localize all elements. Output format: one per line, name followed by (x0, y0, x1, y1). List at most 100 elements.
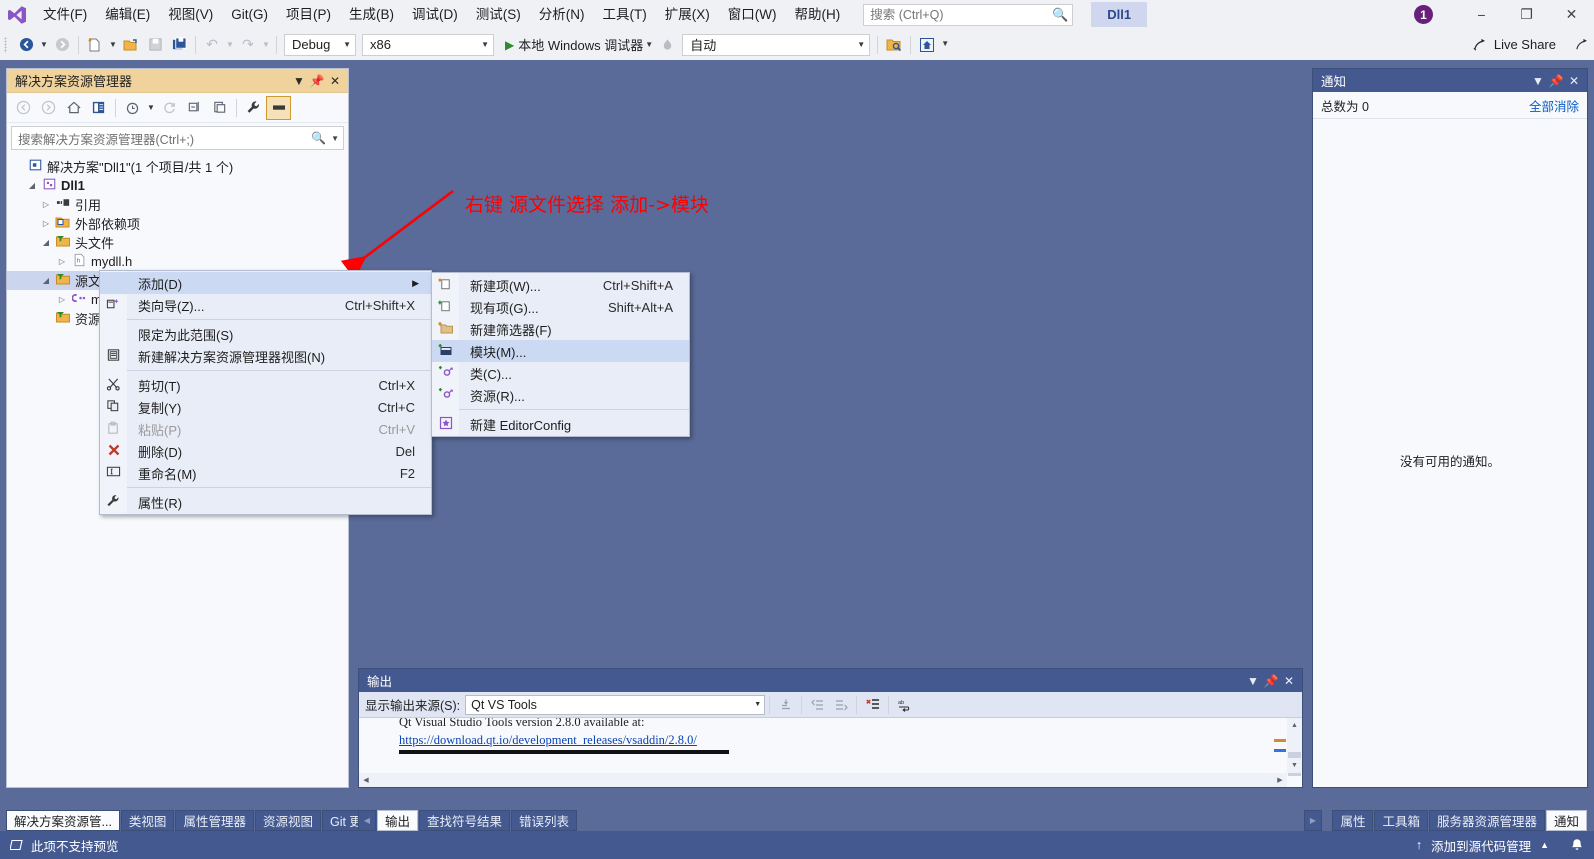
menu-view[interactable]: 视图(V) (159, 2, 222, 28)
save-all-icon[interactable] (167, 33, 191, 57)
tree-node-header-files[interactable]: ◢ 头文件 (7, 233, 348, 252)
clear-all-icon[interactable] (861, 694, 884, 716)
navigate-back-icon[interactable] (14, 33, 38, 57)
source-control-upload-icon[interactable]: ↑ (1416, 838, 1422, 852)
pin-icon[interactable]: 📌 (308, 74, 326, 88)
menu-item-delete[interactable]: 删除(D) Del (100, 440, 431, 462)
tab-find-symbol-results[interactable]: 查找符号结果 (419, 810, 511, 831)
menu-item-class-wizard[interactable]: 类向导(Z)... Ctrl+Shift+X (100, 294, 431, 316)
submenu-item-class[interactable]: 类(C)... (432, 362, 689, 384)
tab-class-view[interactable]: 类视图 (120, 810, 175, 831)
submenu-item-new-item[interactable]: 新建项(W)... Ctrl+Shift+A (432, 274, 689, 296)
menu-edit[interactable]: 编辑(E) (96, 2, 159, 28)
panel-dropdown-icon[interactable]: ▼ (290, 74, 308, 88)
output-horizontal-scrollbar[interactable]: ◀ ▶ (359, 773, 1287, 787)
status-caret-icon[interactable]: ▲ (1540, 840, 1549, 850)
toolbar-grip[interactable] (4, 36, 14, 54)
tab-resource-view[interactable]: 资源视图 (254, 810, 321, 831)
document-tab-dll1[interactable]: Dll1 (1091, 2, 1148, 27)
menu-debug[interactable]: 调试(D) (403, 2, 467, 28)
close-button[interactable]: ✕ (1549, 0, 1594, 29)
restore-button[interactable]: ❐ (1504, 0, 1549, 29)
se-properties-wrench-icon[interactable] (241, 96, 266, 120)
twisty-collapsed-icon[interactable]: ▷ (39, 219, 53, 228)
panel-dropdown-icon[interactable]: ▼ (1529, 74, 1547, 88)
tab-output[interactable]: 输出 (377, 810, 419, 831)
twisty-expanded-icon[interactable]: ◢ (39, 276, 53, 285)
tree-node-references[interactable]: ▷ 引用 (7, 195, 348, 214)
close-icon[interactable]: ✕ (1565, 74, 1583, 88)
tab-error-list[interactable]: 错误列表 (511, 810, 578, 831)
menu-analyze[interactable]: 分析(N) (530, 2, 594, 28)
feedback-icon[interactable] (1570, 33, 1594, 57)
output-source-combo[interactable]: Qt VS Tools ▼ (465, 694, 766, 715)
solution-explorer-search[interactable]: 搜索解决方案资源管理器(Ctrl+;) 🔍 ▼ (11, 126, 344, 150)
submenu-item-resource[interactable]: 资源(R)... (432, 384, 689, 406)
menu-item-cut[interactable]: 剪切(T) Ctrl+X (100, 374, 431, 396)
tree-node-external-dependencies[interactable]: ▷ 外部依赖项 (7, 214, 348, 233)
menu-extensions[interactable]: 扩展(X) (656, 2, 719, 28)
se-home-icon[interactable] (61, 96, 86, 120)
tab-properties[interactable]: 属性 (1332, 810, 1374, 831)
clear-all-notifications-link[interactable]: 全部消除 (1529, 96, 1579, 115)
tree-node-solution[interactable]: 解决方案"Dll1"(1 个项目/共 1 个) (7, 157, 348, 176)
submenu-item-module[interactable]: 模块(M)... (432, 340, 689, 362)
pin-icon[interactable]: 📌 (1262, 674, 1280, 688)
menu-build[interactable]: 生成(B) (340, 2, 403, 28)
twisty-expanded-icon[interactable]: ◢ (25, 181, 39, 190)
menu-item-scope-to-this[interactable]: 限定为此范围(S) (100, 323, 431, 345)
tab-toolbox[interactable]: 工具箱 (1374, 810, 1428, 831)
chevron-down-icon[interactable]: ▼ (326, 134, 339, 143)
pin-icon[interactable]: 📌 (1547, 74, 1565, 88)
menu-item-properties[interactable]: 属性(R) (100, 491, 431, 513)
add-to-source-control-label[interactable]: 添加到源代码管理 (1431, 836, 1531, 855)
se-pending-changes-icon[interactable] (120, 96, 145, 120)
menu-tools[interactable]: 工具(T) (594, 2, 656, 28)
menu-item-rename[interactable]: 重命名(M) F2 (100, 462, 431, 484)
menu-git[interactable]: Git(G) (222, 2, 277, 28)
global-search[interactable]: 🔍 (863, 3, 1074, 26)
configuration-combo[interactable]: Debug ▼ (284, 33, 356, 56)
twisty-expanded-icon[interactable]: ◢ (39, 238, 53, 247)
menu-test[interactable]: 测试(S) (467, 2, 530, 28)
start-debug-label[interactable]: 本地 Windows 调试器 (518, 35, 643, 54)
tab-property-manager[interactable]: 属性管理器 (175, 810, 254, 831)
tab-server-explorer[interactable]: 服务器资源管理器 (1428, 810, 1545, 831)
menu-help[interactable]: 帮助(H) (785, 2, 849, 28)
tab-notifications[interactable]: 通知 (1545, 810, 1587, 831)
close-icon[interactable]: ✕ (1280, 674, 1298, 688)
menu-project[interactable]: 项目(P) (277, 2, 340, 28)
panel-dropdown-icon[interactable]: ▼ (1244, 674, 1262, 688)
navigate-back-dropdown-icon[interactable]: ▼ (38, 40, 50, 49)
start-debug-icon[interactable]: ▶ (497, 38, 518, 52)
tab-scroll-right-button[interactable]: ▶ (1304, 810, 1322, 831)
submenu-item-new-filter[interactable]: 新建筛选器(F) (432, 318, 689, 340)
search-input[interactable] (863, 3, 1074, 26)
se-pending-dropdown-icon[interactable]: ▼ (145, 103, 157, 112)
se-preview-selected-icon[interactable] (266, 95, 291, 120)
scroll-down-icon[interactable]: ▼ (1287, 758, 1302, 773)
toolbar-overflow-icon[interactable]: ▼ (939, 39, 951, 50)
open-file-icon[interactable] (119, 33, 143, 57)
se-switch-views-icon[interactable] (86, 96, 111, 120)
twisty-collapsed-icon[interactable]: ▷ (55, 295, 69, 304)
output-line-link[interactable]: https://download.qt.io/development_relea… (359, 733, 1302, 748)
se-collapse-all-icon[interactable] (182, 96, 207, 120)
platform-combo[interactable]: x86 ▼ (362, 33, 494, 56)
se-show-all-files-icon[interactable] (207, 96, 232, 120)
output-vertical-scrollbar[interactable]: ▲ ▼ (1287, 718, 1302, 776)
tab-solution-explorer[interactable]: 解决方案资源管... (6, 810, 120, 831)
twisty-collapsed-icon[interactable]: ▷ (39, 200, 53, 209)
scroll-left-icon[interactable]: ◀ (359, 773, 373, 787)
scroll-up-icon[interactable]: ▲ (1287, 718, 1302, 733)
new-project-dropdown-icon[interactable]: ▼ (107, 40, 119, 49)
toggle-word-wrap-icon[interactable]: ab (893, 694, 916, 716)
attach-combo[interactable]: 自动 ▼ (682, 33, 871, 56)
menu-item-new-solution-explorer-view[interactable]: 新建解决方案资源管理器视图(N) (100, 345, 431, 367)
tab-scroll-left-button[interactable]: ◀ (358, 810, 376, 831)
minimize-button[interactable]: − (1459, 0, 1504, 29)
start-debug-dropdown-icon[interactable]: ▼ (643, 40, 655, 49)
menu-file[interactable]: 文件(F) (34, 2, 96, 28)
scroll-right-icon[interactable]: ▶ (1273, 773, 1287, 787)
tree-node-project[interactable]: ◢ Dll1 (7, 176, 348, 195)
